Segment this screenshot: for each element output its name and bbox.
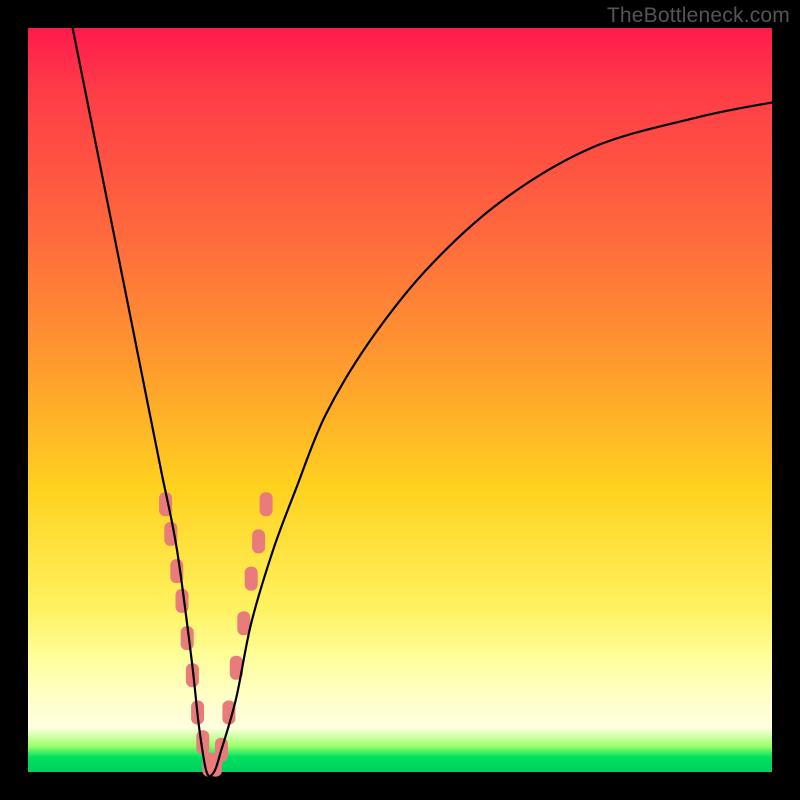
watermark-text: TheBottleneck.com	[607, 4, 790, 28]
curve-path	[73, 28, 772, 776]
highlight-dot	[245, 567, 258, 591]
marker-layer	[159, 492, 273, 776]
highlight-dot	[260, 492, 273, 516]
plot-area	[28, 28, 772, 772]
highlight-dot	[252, 529, 265, 553]
chart-frame: TheBottleneck.com	[0, 0, 800, 800]
bottleneck-curve-svg	[28, 28, 772, 772]
